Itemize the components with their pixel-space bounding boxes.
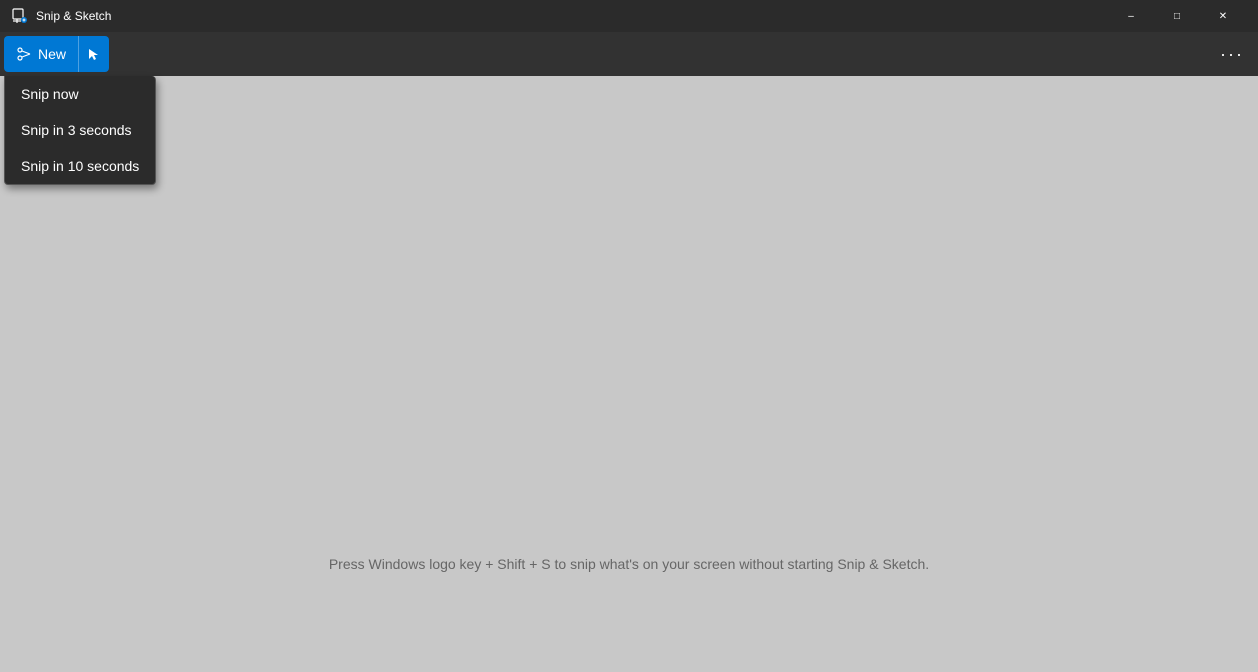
minimize-button[interactable]: – [1108, 0, 1154, 32]
toolbar: New ··· [0, 32, 1258, 76]
more-options-button[interactable]: ··· [1210, 40, 1254, 69]
snip-3-seconds-item[interactable]: Snip in 3 seconds [5, 112, 155, 148]
title-bar: Snip & Sketch – □ ✕ [0, 0, 1258, 32]
app-title: Snip & Sketch [36, 9, 111, 23]
main-content: Press Windows logo key + Shift + S to sn… [0, 76, 1258, 672]
new-chevron-button[interactable] [78, 36, 109, 72]
toolbar-wrapper: New ··· Snip now Snip in 3 seconds Snip … [0, 32, 1258, 76]
maximize-button[interactable]: □ [1154, 0, 1200, 32]
scissors-icon [16, 46, 32, 62]
title-bar-controls: – □ ✕ [1108, 0, 1246, 32]
snip-10-seconds-item[interactable]: Snip in 10 seconds [5, 148, 155, 184]
close-button[interactable]: ✕ [1200, 0, 1246, 32]
chevron-down-icon [87, 47, 101, 61]
toolbar-left: New [4, 36, 109, 72]
hint-text: Press Windows logo key + Shift + S to sn… [329, 556, 929, 572]
title-bar-left: Snip & Sketch [12, 8, 111, 24]
new-button[interactable]: New [4, 36, 78, 72]
app-icon [12, 8, 28, 24]
dropdown-menu: Snip now Snip in 3 seconds Snip in 10 se… [4, 76, 156, 185]
new-button-label: New [38, 46, 66, 62]
snip-now-item[interactable]: Snip now [5, 76, 155, 112]
